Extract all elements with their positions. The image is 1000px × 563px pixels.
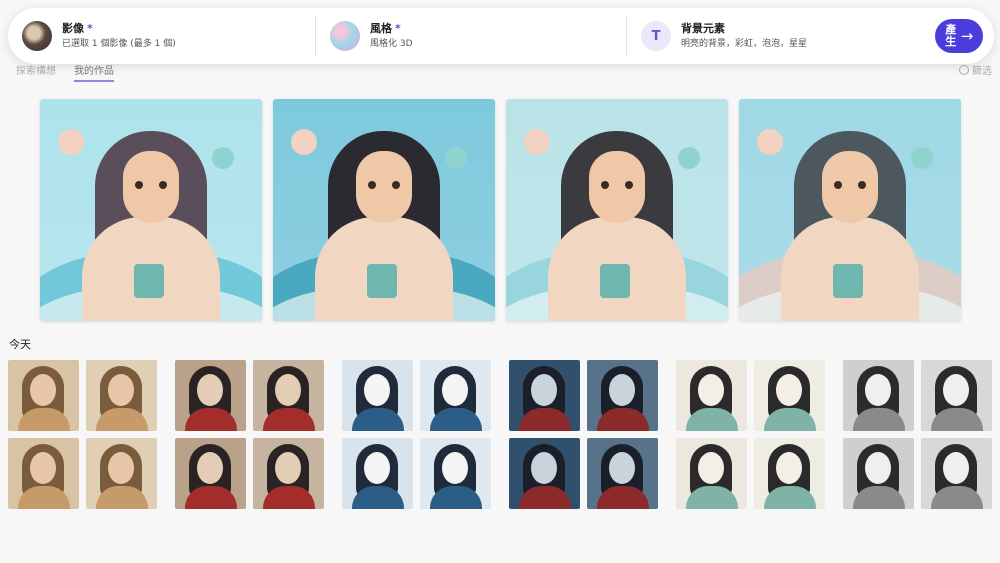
generate-label: 產生 xyxy=(945,23,957,48)
filter-label: 篩选 xyxy=(972,66,992,77)
generation-thumbnail[interactable] xyxy=(253,360,324,431)
background-title: 背景元素 xyxy=(681,22,725,35)
generation-thumbnail[interactable] xyxy=(253,438,324,509)
generation-thumbnail[interactable] xyxy=(587,438,658,509)
tab-explore[interactable]: 探索構想 xyxy=(16,62,56,82)
generation-thumbnail[interactable] xyxy=(8,438,79,509)
generation-thumbnail[interactable] xyxy=(676,438,747,509)
prompt-bar: 影像 * 已選取 1 個影像 (最多 1 個) 風格 * 風格化 3D T 背景元素… xyxy=(8,8,994,64)
generation-thumbnail[interactable] xyxy=(509,360,580,431)
generation-thumbnail[interactable] xyxy=(843,360,914,431)
image-subtitle: 已選取 1 個影像 (最多 1 個) xyxy=(62,38,176,49)
style-title: 風格 xyxy=(370,22,392,35)
generation-thumbnail[interactable] xyxy=(843,438,914,509)
selected-image-thumbnail xyxy=(22,21,52,51)
generation-thumbnail[interactable] xyxy=(420,438,491,509)
image-selector[interactable]: 影像 * 已選取 1 個影像 (最多 1 個) xyxy=(8,8,315,64)
generation-thumbnail[interactable] xyxy=(175,438,246,509)
generation-group xyxy=(676,360,825,509)
generation-thumbnail[interactable] xyxy=(86,360,157,431)
style-selector[interactable]: 風格 * 風格化 3D xyxy=(316,8,626,64)
generation-group xyxy=(175,360,324,509)
featured-results xyxy=(40,99,961,321)
style-thumbnail xyxy=(330,21,360,51)
generation-group xyxy=(509,360,658,509)
result-image[interactable] xyxy=(506,99,728,321)
style-subtitle: 風格化 3D xyxy=(370,38,413,49)
background-elements-selector[interactable]: T 背景元素 明亮的背景，彩虹，泡泡，星星 xyxy=(627,8,935,64)
generation-group xyxy=(843,360,992,509)
generation-thumbnail[interactable] xyxy=(509,438,580,509)
section-heading-today: 今天 xyxy=(9,338,31,351)
gallery-tabs: 探索構想 我的作品 xyxy=(16,62,114,82)
required-mark: * xyxy=(87,22,93,35)
generation-thumbnail[interactable] xyxy=(342,438,413,509)
generation-thumbnail[interactable] xyxy=(754,360,825,431)
generate-button[interactable]: 產生 → xyxy=(935,19,983,53)
required-mark: * xyxy=(395,22,401,35)
tab-my-works[interactable]: 我的作品 xyxy=(74,62,114,82)
generation-thumbnail[interactable] xyxy=(676,360,747,431)
generation-thumbnail[interactable] xyxy=(175,360,246,431)
generation-thumbnail[interactable] xyxy=(86,438,157,509)
generation-thumbnail[interactable] xyxy=(420,360,491,431)
text-prompt-icon: T xyxy=(641,21,671,51)
generation-group xyxy=(8,360,157,509)
generation-thumbnail[interactable] xyxy=(921,438,992,509)
arrow-right-icon: → xyxy=(960,27,974,45)
generation-thumbnail[interactable] xyxy=(342,360,413,431)
image-title: 影像 xyxy=(62,22,84,35)
filter-icon xyxy=(959,64,969,75)
generation-thumbnail[interactable] xyxy=(8,360,79,431)
result-image[interactable] xyxy=(739,99,961,321)
result-image[interactable] xyxy=(40,99,262,321)
today-generation-groups xyxy=(8,360,992,509)
generation-group xyxy=(342,360,491,509)
filter-control[interactable]: 篩选 xyxy=(959,62,992,77)
generation-thumbnail[interactable] xyxy=(587,360,658,431)
result-image[interactable] xyxy=(273,99,495,321)
background-subtitle: 明亮的背景，彩虹，泡泡，星星 xyxy=(681,38,808,49)
generation-thumbnail[interactable] xyxy=(754,438,825,509)
generation-thumbnail[interactable] xyxy=(921,360,992,431)
